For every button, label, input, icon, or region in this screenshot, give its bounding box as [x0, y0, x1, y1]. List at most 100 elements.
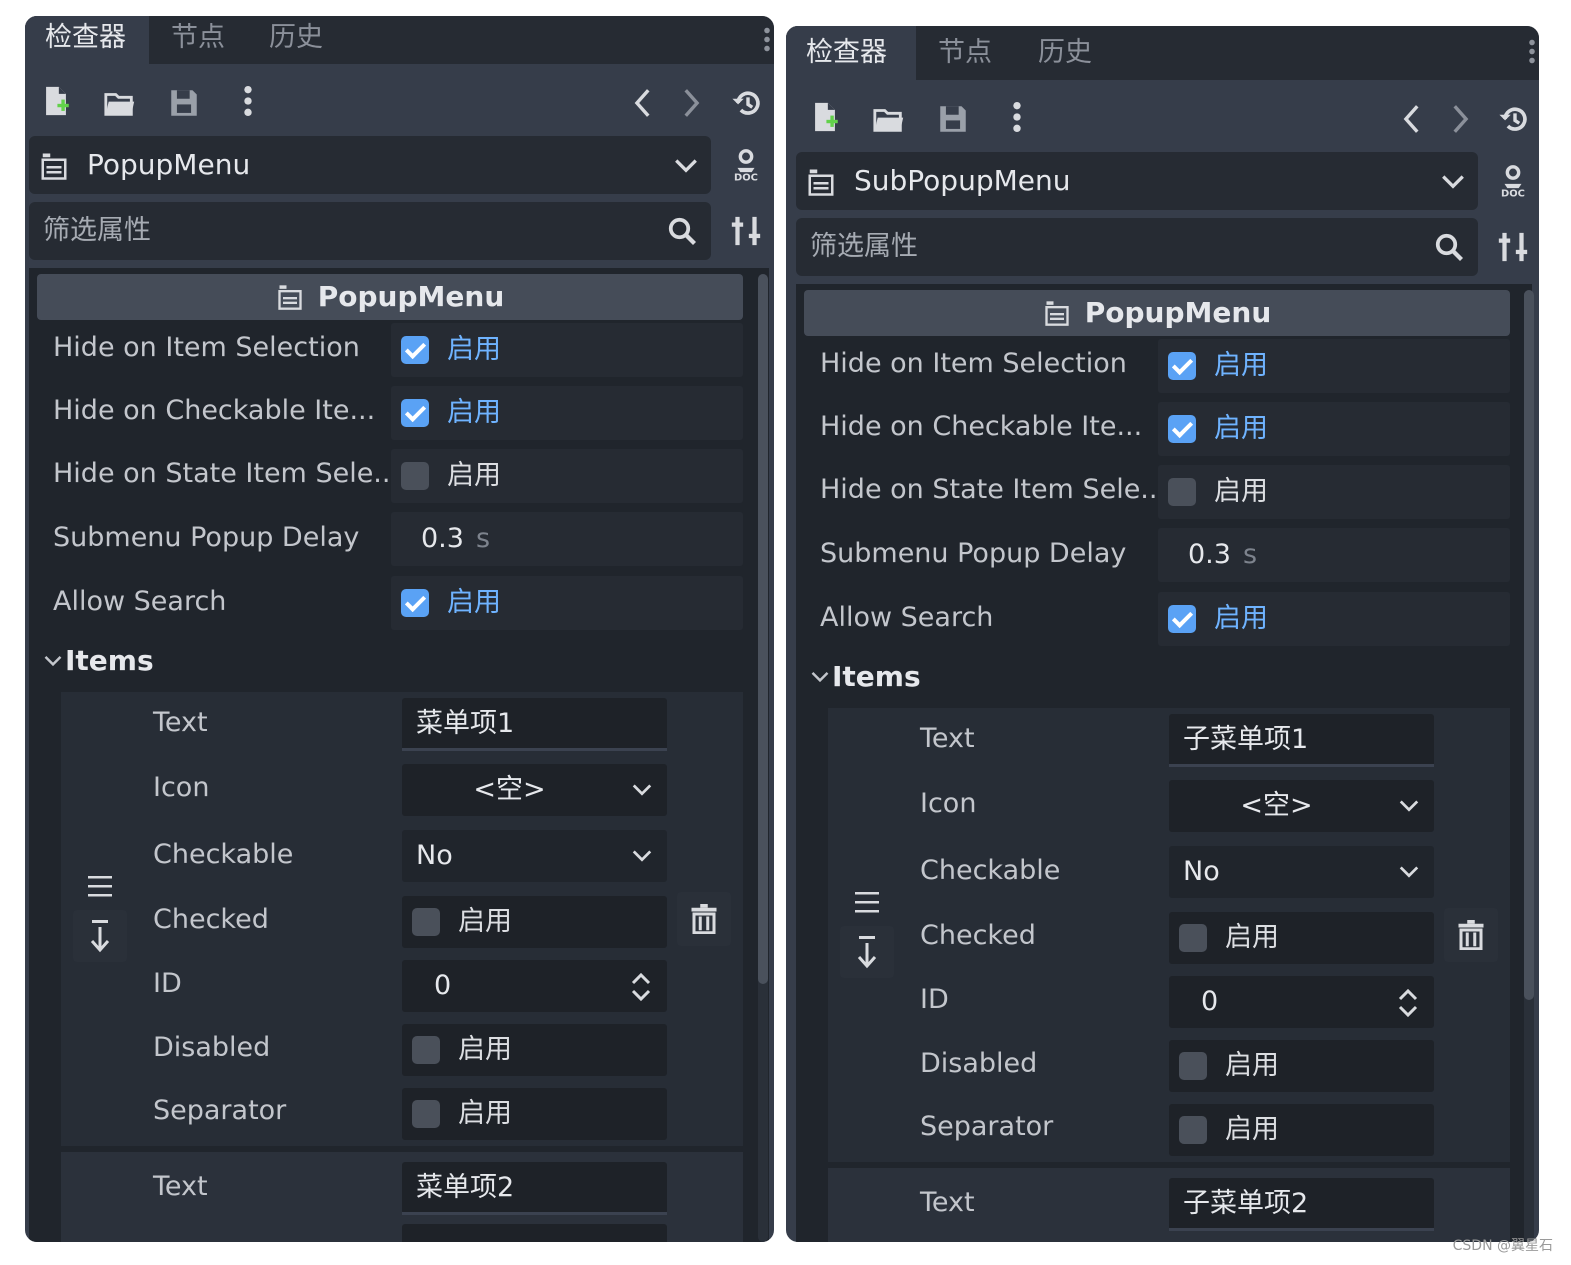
history-back-icon[interactable]	[1396, 102, 1430, 136]
history-back-icon[interactable]	[627, 86, 661, 120]
more-options-icon[interactable]	[231, 84, 265, 118]
item-text-input[interactable]: 子菜单项2	[1169, 1178, 1434, 1230]
drag-handle-icon[interactable]	[73, 872, 127, 902]
section-title: PopupMenu	[317, 280, 505, 313]
checkbox-label: 启用	[458, 1098, 512, 1129]
item-icon-picker[interactable]: <空>	[402, 764, 667, 816]
inspector-panel-right: 检查器 节点 历史 SubPopupMenu DOC 筛选属性 PopupMen…	[786, 26, 1539, 1242]
new-resource-icon[interactable]	[808, 100, 842, 134]
items-section-header[interactable]: Items	[810, 654, 921, 700]
checkbox[interactable]	[412, 908, 440, 936]
item-disabled-field[interactable]: 启用	[1169, 1040, 1434, 1092]
submenu-delay-field[interactable]: 0.3 s	[391, 512, 743, 566]
checkbox[interactable]	[1168, 352, 1196, 380]
item-disabled-field[interactable]: 启用	[402, 1024, 667, 1076]
item-separator-field[interactable]: 启用	[1169, 1104, 1434, 1156]
more-options-icon[interactable]	[1000, 100, 1034, 134]
delay-value: 0.3	[1188, 539, 1231, 570]
spinner-arrows-icon[interactable]	[1396, 987, 1420, 1019]
items-section-header[interactable]: Items	[43, 638, 154, 684]
checkbox[interactable]	[1168, 605, 1196, 633]
tools-icon[interactable]	[1496, 230, 1530, 264]
item-icon-picker[interactable]	[402, 1224, 667, 1242]
delete-item-icon[interactable]	[1444, 908, 1498, 962]
scrollbar-thumb[interactable]	[758, 274, 768, 984]
prop-hide-on-state[interactable]: 启用	[1158, 465, 1510, 519]
section-header-popupmenu[interactable]: PopupMenu	[37, 274, 743, 320]
item-text-value: 菜单项2	[416, 1172, 515, 1203]
checkbox[interactable]	[1179, 1116, 1207, 1144]
doc-icon[interactable]: DOC	[729, 148, 763, 184]
prop-label-allow-search: Allow Search	[53, 586, 227, 617]
item-checkable-select[interactable]: No	[402, 830, 667, 882]
spinner-arrows-icon[interactable]	[629, 971, 653, 1003]
filter-properties-input[interactable]: 筛选属性	[29, 202, 711, 260]
doc-icon[interactable]: DOC	[1496, 164, 1530, 200]
tab-history[interactable]: 历史	[1038, 26, 1092, 80]
submenu-delay-field[interactable]: 0.3 s	[1158, 528, 1510, 582]
checkbox[interactable]	[1168, 415, 1196, 443]
open-folder-icon[interactable]	[872, 102, 906, 136]
item-checked-field[interactable]: 启用	[1169, 912, 1434, 964]
save-icon[interactable]	[936, 102, 970, 136]
dock-grip-icon[interactable]	[1529, 38, 1535, 66]
text-field-underline	[402, 1212, 667, 1215]
checkbox[interactable]	[1168, 478, 1196, 506]
tab-history[interactable]: 历史	[269, 16, 323, 64]
item-separator-field[interactable]: 启用	[402, 1088, 667, 1140]
move-down-icon[interactable]	[73, 910, 127, 962]
recent-history-icon[interactable]	[731, 86, 765, 120]
object-selector[interactable]: SubPopupMenu	[796, 152, 1478, 210]
item-text-input[interactable]: 子菜单项1	[1169, 714, 1434, 766]
prop-hide-on-item-selection[interactable]: 启用	[1158, 339, 1510, 393]
object-selector[interactable]: PopupMenu	[29, 136, 711, 194]
prop-hide-on-checkable[interactable]: 启用	[391, 386, 743, 440]
scrollbar-thumb[interactable]	[1524, 290, 1534, 1000]
move-down-icon[interactable]	[840, 926, 894, 978]
tab-node[interactable]: 节点	[171, 16, 225, 64]
inspector-panel-left: 检查器 节点 历史 PopupMenu DOC 筛选属性 PopupMenu H…	[25, 16, 774, 1242]
tools-icon[interactable]	[729, 214, 763, 248]
item-checked-field[interactable]: 启用	[402, 896, 667, 948]
history-forward-icon[interactable]	[1442, 102, 1476, 136]
item-text-input[interactable]: 菜单项1	[402, 698, 667, 750]
recent-history-icon[interactable]	[1498, 102, 1532, 136]
item-checkable-select[interactable]: No	[1169, 846, 1434, 898]
section-header-popupmenu[interactable]: PopupMenu	[804, 290, 1510, 336]
open-folder-icon[interactable]	[103, 86, 137, 120]
item-id-spinbox[interactable]: 0	[1169, 976, 1434, 1028]
delay-unit: s	[1242, 539, 1258, 570]
new-resource-icon[interactable]	[39, 84, 73, 118]
search-icon	[1434, 232, 1464, 262]
checkbox[interactable]	[1179, 924, 1207, 952]
checkbox-label: 启用	[1214, 476, 1268, 507]
checkbox[interactable]	[401, 462, 429, 490]
checkbox[interactable]	[401, 399, 429, 427]
item-icon-picker[interactable]: <空>	[1169, 780, 1434, 832]
checkbox[interactable]	[401, 336, 429, 364]
checkbox[interactable]	[412, 1036, 440, 1064]
item-text-input[interactable]: 菜单项2	[402, 1162, 667, 1214]
prop-label-hide-on-state: Hide on State Item Sele...	[53, 458, 400, 489]
checkbox[interactable]	[412, 1100, 440, 1128]
item-id-spinbox[interactable]: 0	[402, 960, 667, 1012]
item-label-checkable: Checkable	[920, 855, 1061, 886]
filter-properties-input[interactable]: 筛选属性	[796, 218, 1478, 276]
item-text-value: 菜单项1	[416, 708, 515, 739]
prop-label-hide-on-item-selection: Hide on Item Selection	[53, 332, 360, 363]
save-icon[interactable]	[167, 86, 201, 120]
prop-hide-on-checkable[interactable]: 启用	[1158, 402, 1510, 456]
tab-inspector[interactable]: 检查器	[786, 26, 916, 80]
checkbox[interactable]	[401, 589, 429, 617]
prop-hide-on-state[interactable]: 启用	[391, 449, 743, 503]
tab-node[interactable]: 节点	[938, 26, 992, 80]
dock-grip-icon[interactable]	[764, 26, 770, 54]
tab-inspector[interactable]: 检查器	[25, 16, 149, 64]
prop-allow-search[interactable]: 启用	[391, 576, 743, 630]
history-forward-icon[interactable]	[673, 86, 707, 120]
checkbox[interactable]	[1179, 1052, 1207, 1080]
drag-handle-icon[interactable]	[840, 888, 894, 918]
prop-hide-on-item-selection[interactable]: 启用	[391, 323, 743, 377]
prop-allow-search[interactable]: 启用	[1158, 592, 1510, 646]
delete-item-icon[interactable]	[677, 892, 731, 946]
